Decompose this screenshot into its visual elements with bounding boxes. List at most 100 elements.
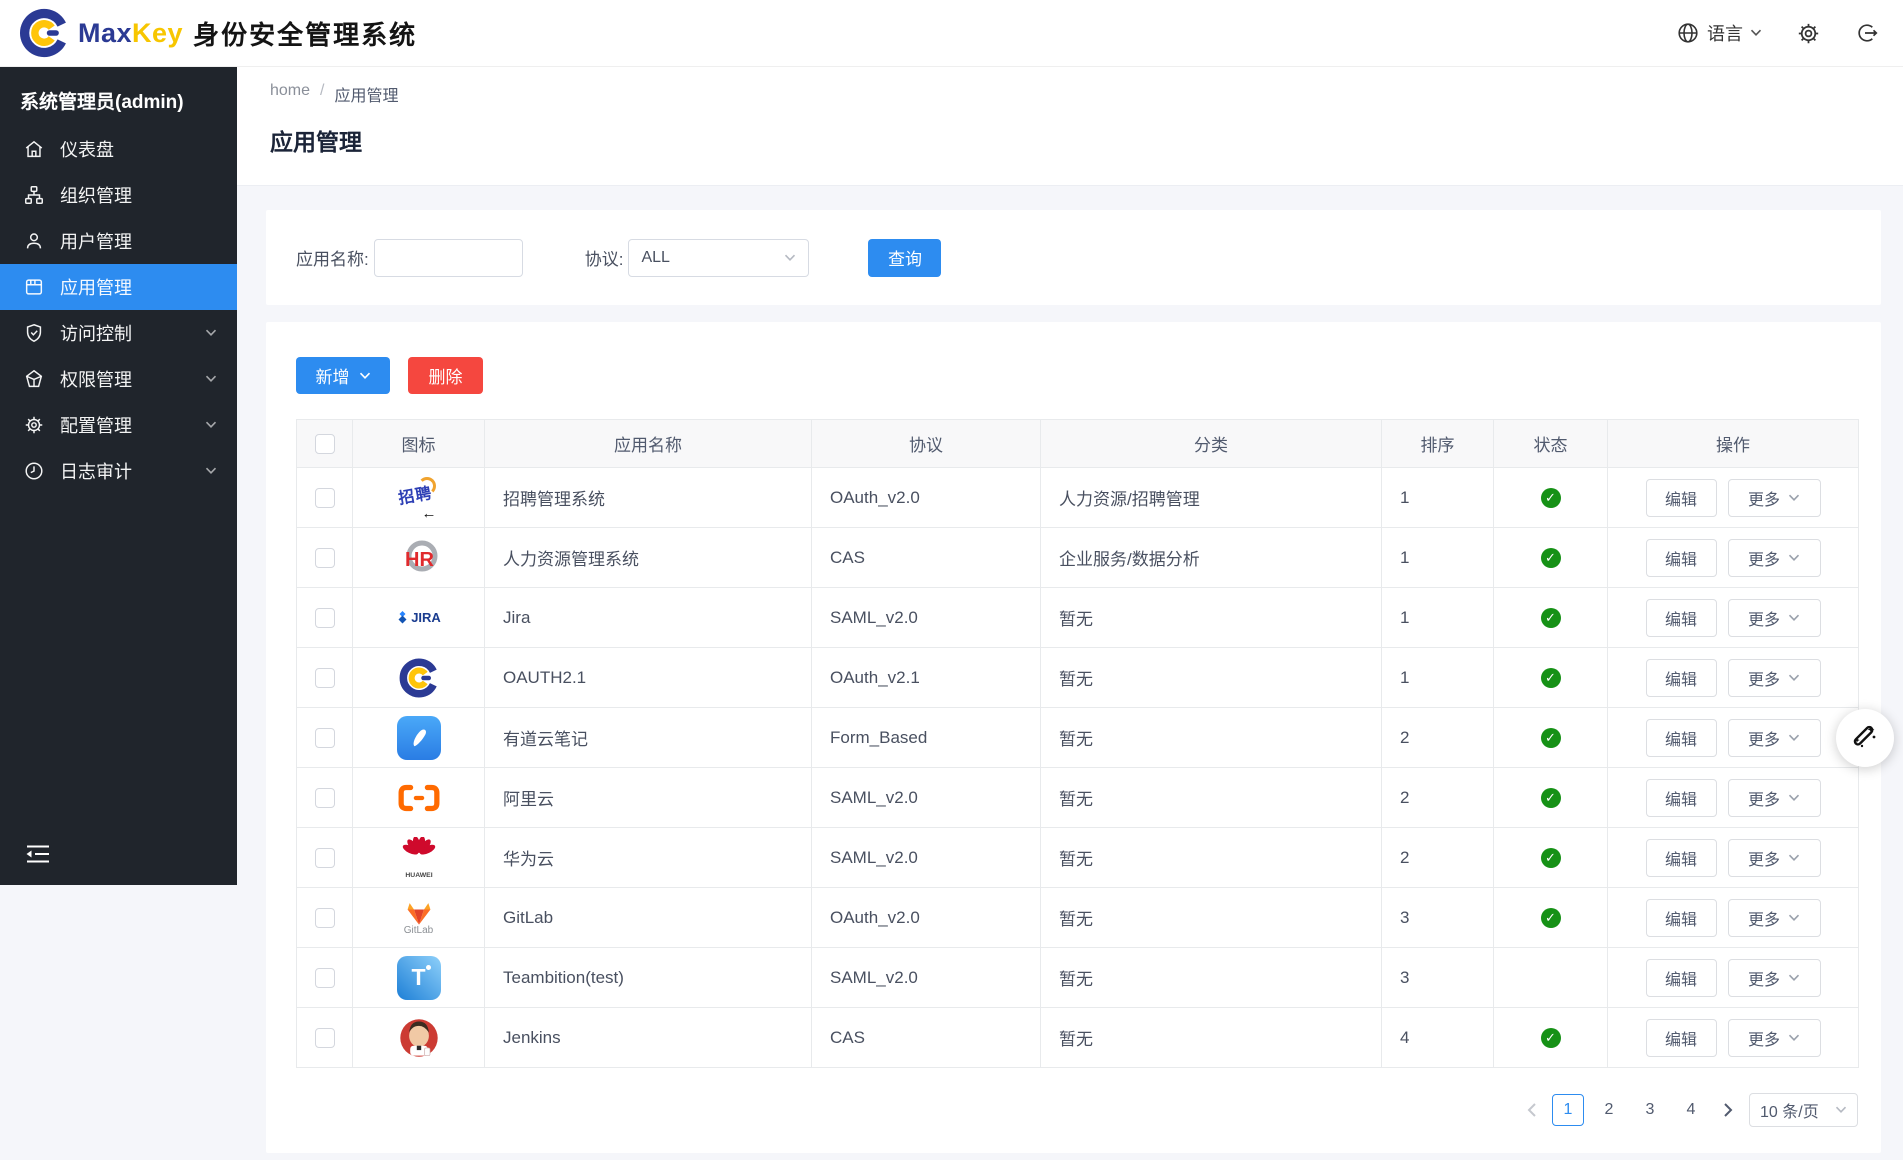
add-button[interactable]: 新增 bbox=[296, 357, 390, 394]
prev-page-button[interactable] bbox=[1519, 1094, 1543, 1126]
more-button[interactable]: 更多 bbox=[1728, 479, 1821, 517]
query-button[interactable]: 查询 bbox=[868, 239, 941, 277]
edit-button[interactable]: 编辑 bbox=[1646, 839, 1717, 877]
cell-app-name: 阿里云 bbox=[485, 768, 812, 828]
cell-sort: 3 bbox=[1382, 888, 1494, 948]
sidebar-item-label: 权限管理 bbox=[60, 366, 205, 392]
more-button[interactable]: 更多 bbox=[1728, 599, 1821, 637]
chevron-down-icon bbox=[1750, 29, 1762, 37]
row-checkbox[interactable] bbox=[315, 968, 335, 988]
row-checkbox[interactable] bbox=[315, 848, 335, 868]
sidebar-item-dashboard[interactable]: 仪表盘 bbox=[0, 126, 237, 172]
page-number-1[interactable]: 1 bbox=[1552, 1094, 1584, 1126]
edit-button[interactable]: 编辑 bbox=[1646, 479, 1717, 517]
column-header-col-sort: 排序 bbox=[1382, 420, 1494, 468]
more-button[interactable]: 更多 bbox=[1728, 1019, 1821, 1057]
row-checkbox[interactable] bbox=[315, 728, 335, 748]
edit-button[interactable]: 编辑 bbox=[1646, 659, 1717, 697]
page-title: 应用管理 bbox=[270, 123, 1903, 157]
table-row: HR 人力资源管理系统 CAS 企业服务/数据分析 1 ✓ 编辑更多 bbox=[297, 528, 1859, 588]
column-header-col-icon: 图标 bbox=[353, 420, 485, 468]
magic-wand-button[interactable] bbox=[1836, 709, 1894, 767]
table-row: Jenkins CAS 暂无 4 ✓ 编辑更多 bbox=[297, 1008, 1859, 1068]
row-checkbox[interactable] bbox=[315, 1028, 335, 1048]
next-page-button[interactable] bbox=[1716, 1094, 1740, 1126]
cell-protocol: SAML_v2.0 bbox=[812, 768, 1041, 828]
status-enabled-icon: ✓ bbox=[1541, 608, 1561, 628]
pagination: 1234 10 条/页 bbox=[296, 1093, 1858, 1127]
status-enabled-icon: ✓ bbox=[1541, 848, 1561, 868]
cell-status: ✓ bbox=[1494, 828, 1608, 888]
table-row: OAUTH2.1 OAuth_v2.1 暂无 1 ✓ 编辑更多 bbox=[297, 648, 1859, 708]
select-all-checkbox[interactable] bbox=[315, 434, 335, 454]
row-checkbox[interactable] bbox=[315, 548, 335, 568]
breadcrumb-home[interactable]: home bbox=[270, 82, 310, 106]
sidebar: 系统管理员(admin) 仪表盘组织管理用户管理应用管理访问控制权限管理配置管理… bbox=[0, 67, 237, 885]
sidebar-item-shield[interactable]: 访问控制 bbox=[0, 310, 237, 356]
page-number-2[interactable]: 2 bbox=[1593, 1094, 1625, 1126]
cell-status: ✓ bbox=[1494, 708, 1608, 768]
more-button[interactable]: 更多 bbox=[1728, 719, 1821, 757]
more-button[interactable]: 更多 bbox=[1728, 659, 1821, 697]
page-size-select[interactable]: 10 条/页 bbox=[1749, 1093, 1858, 1127]
settings-button[interactable] bbox=[1796, 21, 1821, 46]
cell-status: ✓ bbox=[1494, 1008, 1608, 1068]
more-button[interactable]: 更多 bbox=[1728, 959, 1821, 997]
protocol-select[interactable]: ALL bbox=[628, 239, 809, 277]
more-button[interactable]: 更多 bbox=[1728, 539, 1821, 577]
more-button[interactable]: 更多 bbox=[1728, 839, 1821, 877]
page-header: home / 应用管理 应用管理 bbox=[237, 67, 1903, 186]
sidebar-item-org[interactable]: 组织管理 bbox=[0, 172, 237, 218]
edit-button[interactable]: 编辑 bbox=[1646, 539, 1717, 577]
sidebar-item-log[interactable]: 日志审计 bbox=[0, 448, 237, 494]
delete-button[interactable]: 删除 bbox=[408, 357, 483, 394]
brand-max: Max bbox=[78, 18, 132, 48]
cell-app-name: 人力资源管理系统 bbox=[485, 528, 812, 588]
app-icon-huawei: HUAWEI bbox=[396, 835, 442, 881]
more-button[interactable]: 更多 bbox=[1728, 779, 1821, 817]
sidebar-item-perm[interactable]: 权限管理 bbox=[0, 356, 237, 402]
protocol-label: 协议: bbox=[585, 245, 624, 270]
language-menu[interactable]: 语言 bbox=[1676, 20, 1762, 46]
column-header-col-status: 状态 bbox=[1494, 420, 1608, 468]
table-row: 招聘← 招聘管理系统 OAuth_v2.0 人力资源/招聘管理 1 ✓ 编辑更多 bbox=[297, 468, 1859, 528]
row-checkbox[interactable] bbox=[315, 608, 335, 628]
page-number-4[interactable]: 4 bbox=[1675, 1094, 1707, 1126]
row-checkbox[interactable] bbox=[315, 488, 335, 508]
sidebar-nav: 仪表盘组织管理用户管理应用管理访问控制权限管理配置管理日志审计 bbox=[0, 126, 237, 494]
sidebar-item-config[interactable]: 配置管理 bbox=[0, 402, 237, 448]
row-checkbox[interactable] bbox=[315, 908, 335, 928]
row-checkbox[interactable] bbox=[315, 788, 335, 808]
edit-button[interactable]: 编辑 bbox=[1646, 899, 1717, 937]
breadcrumb: home / 应用管理 bbox=[270, 82, 1903, 106]
row-checkbox[interactable] bbox=[315, 668, 335, 688]
app-icon-hr: HR bbox=[396, 535, 442, 581]
edit-button[interactable]: 编辑 bbox=[1646, 959, 1717, 997]
table-row: GitLab GitLab OAuth_v2.0 暂无 3 ✓ 编辑更多 bbox=[297, 888, 1859, 948]
chevron-down-icon bbox=[205, 467, 217, 475]
edit-button[interactable]: 编辑 bbox=[1646, 779, 1717, 817]
user-icon bbox=[23, 230, 45, 252]
column-header-col-protocol: 协议 bbox=[812, 420, 1041, 468]
sidebar-item-user[interactable]: 用户管理 bbox=[0, 218, 237, 264]
app-icon-jira: JIRA bbox=[396, 595, 442, 641]
sidebar-item-label: 配置管理 bbox=[60, 412, 205, 438]
cell-app-name: OAUTH2.1 bbox=[485, 648, 812, 708]
sidebar-item-label: 日志审计 bbox=[60, 458, 205, 484]
logout-button[interactable] bbox=[1855, 21, 1879, 45]
app-name-input[interactable] bbox=[374, 239, 523, 277]
status-enabled-icon: ✓ bbox=[1541, 1028, 1561, 1048]
app-name-label: 应用名称: bbox=[296, 245, 369, 270]
edit-button[interactable]: 编辑 bbox=[1646, 1019, 1717, 1057]
current-user-label: 系统管理员(admin) bbox=[0, 67, 237, 126]
status-enabled-icon: ✓ bbox=[1541, 548, 1561, 568]
status-enabled-icon: ✓ bbox=[1541, 788, 1561, 808]
sidebar-item-app[interactable]: 应用管理 bbox=[0, 264, 237, 310]
edit-button[interactable]: 编辑 bbox=[1646, 719, 1717, 757]
status-enabled-icon: ✓ bbox=[1541, 488, 1561, 508]
more-button[interactable]: 更多 bbox=[1728, 899, 1821, 937]
page-number-3[interactable]: 3 bbox=[1634, 1094, 1666, 1126]
edit-button[interactable]: 编辑 bbox=[1646, 599, 1717, 637]
column-header-col-actions: 操作 bbox=[1608, 420, 1859, 468]
collapse-sidebar-button[interactable] bbox=[24, 842, 52, 871]
